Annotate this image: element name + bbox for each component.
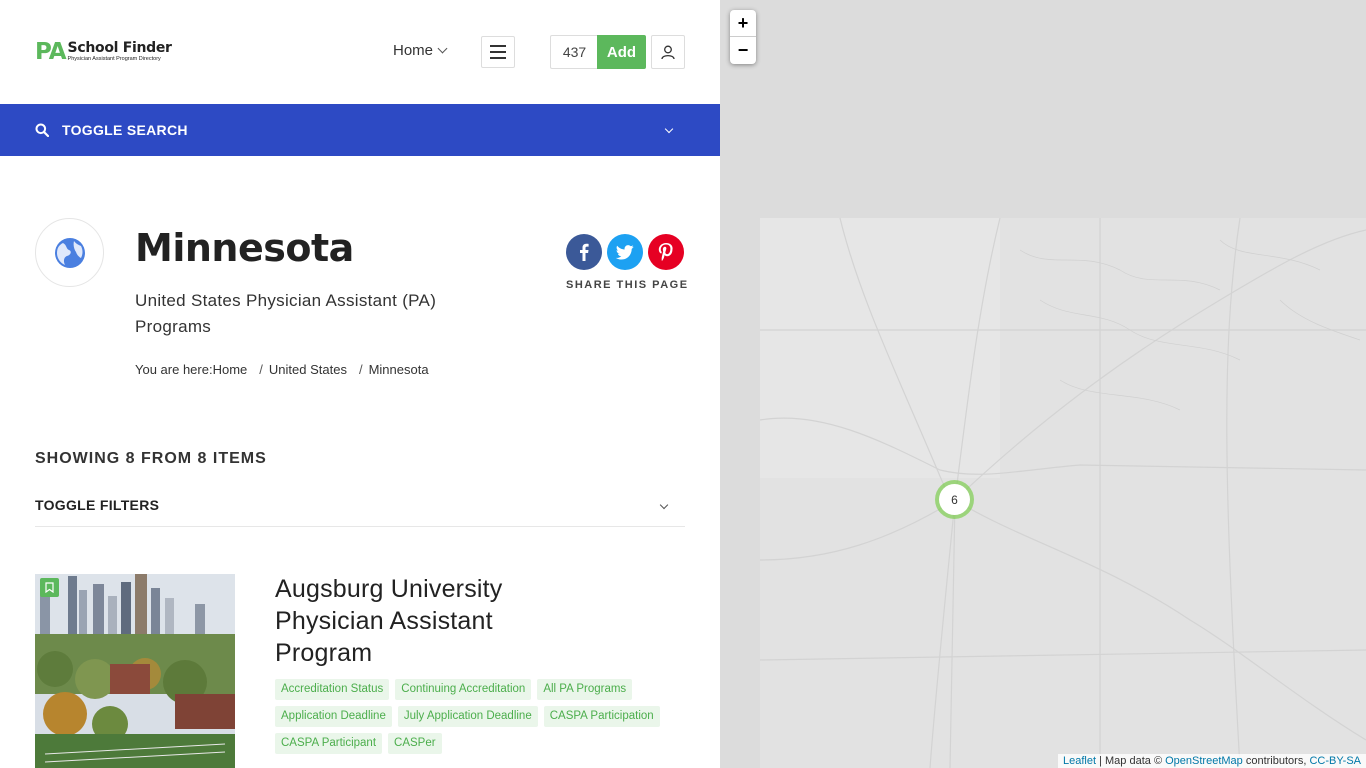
pinterest-icon [658, 243, 673, 261]
listing-count: 437 [550, 35, 598, 69]
twitter-icon [616, 244, 634, 260]
toggle-search-bar[interactable]: TOGGLE SEARCH [0, 104, 720, 156]
share-buttons [566, 234, 684, 270]
tag[interactable]: CASPer [388, 733, 442, 754]
tag[interactable]: Accreditation Status [275, 679, 390, 700]
tag[interactable]: Application Deadline [275, 706, 392, 727]
site-header: PA School Finder Physician Assistant Pro… [0, 0, 720, 104]
leaflet-link[interactable]: Leaflet [1063, 755, 1096, 767]
chevron-down-icon [664, 124, 674, 134]
listing-tags: Accreditation Status Continuing Accredit… [275, 679, 695, 754]
map-cluster-marker[interactable]: 6 [935, 480, 974, 519]
logo-pa-mark: PA [35, 39, 67, 65]
menu-button[interactable] [481, 36, 515, 68]
bookmark-button[interactable] [40, 578, 59, 597]
listing-image[interactable] [35, 574, 235, 768]
tag[interactable]: Continuing Accreditation [395, 679, 532, 700]
user-icon [661, 45, 675, 59]
osm-link[interactable]: OpenStreetMap [1165, 755, 1243, 767]
share-facebook-button[interactable] [566, 234, 602, 270]
share-label: SHARE THIS PAGE [566, 279, 689, 291]
share-twitter-button[interactable] [607, 234, 643, 270]
page-title: Minnesota [135, 226, 354, 270]
results-count: SHOWING 8 FROM 8 ITEMS [35, 450, 267, 467]
toggle-filters[interactable]: TOGGLE FILTERS [35, 497, 685, 527]
map-canvas[interactable] [720, 0, 1366, 768]
license-link[interactable]: CC-BY-SA [1309, 755, 1361, 767]
listing-title[interactable]: Augsburg University Physician Assistant … [275, 573, 575, 669]
toggle-search-label: TOGGLE SEARCH [62, 122, 188, 138]
map-tiles [720, 0, 1366, 768]
logo-title: School Finder [67, 40, 172, 56]
share-pinterest-button[interactable] [648, 234, 684, 270]
cluster-count: 6 [939, 484, 970, 515]
nav-home-label: Home [393, 42, 434, 59]
tag[interactable]: CASPA Participant [275, 733, 383, 754]
tag[interactable]: CASPA Participation [543, 706, 660, 727]
chevron-down-icon [437, 43, 448, 54]
breadcrumb-prefix: You are here: [135, 362, 213, 377]
site-logo[interactable]: PA School Finder Physician Assistant Pro… [35, 40, 172, 64]
breadcrumb-current: Minnesota [368, 362, 429, 377]
hamburger-icon [490, 45, 506, 47]
bookmark-icon [45, 582, 54, 593]
left-panel: PA School Finder Physician Assistant Pro… [0, 0, 720, 768]
region-badge [35, 218, 104, 287]
map-data-label: | Map data © [1099, 755, 1163, 767]
toggle-filters-label: TOGGLE FILTERS [35, 497, 160, 513]
breadcrumb: You are here:Home / United States / Minnesot… [135, 362, 429, 377]
contributors-label: contributors, [1245, 755, 1307, 767]
nav-home-menu[interactable]: Home [393, 42, 448, 59]
breadcrumb-united-states[interactable]: United States [269, 362, 347, 377]
logo-subtitle: Physician Assistant Program Directory [67, 56, 161, 62]
account-button[interactable] [651, 35, 685, 69]
search-icon [35, 123, 49, 137]
zoom-out-button[interactable]: − [730, 37, 756, 64]
map-attribution: Leaflet | Map data © OpenStreetMap contr… [1058, 754, 1366, 768]
tag[interactable]: July Application Deadline [397, 706, 538, 727]
breadcrumb-home[interactable]: Home [213, 362, 248, 377]
chevron-down-icon [659, 500, 669, 510]
city-photo [35, 574, 235, 768]
tag[interactable]: All PA Programs [537, 679, 633, 700]
add-listing-button[interactable]: Add [597, 35, 646, 69]
page-subtitle: United States Physician Assistant (PA) P… [135, 291, 437, 336]
zoom-control: + − [730, 10, 756, 64]
globe-icon [54, 237, 85, 268]
facebook-icon [580, 243, 589, 261]
zoom-in-button[interactable]: + [730, 10, 756, 37]
